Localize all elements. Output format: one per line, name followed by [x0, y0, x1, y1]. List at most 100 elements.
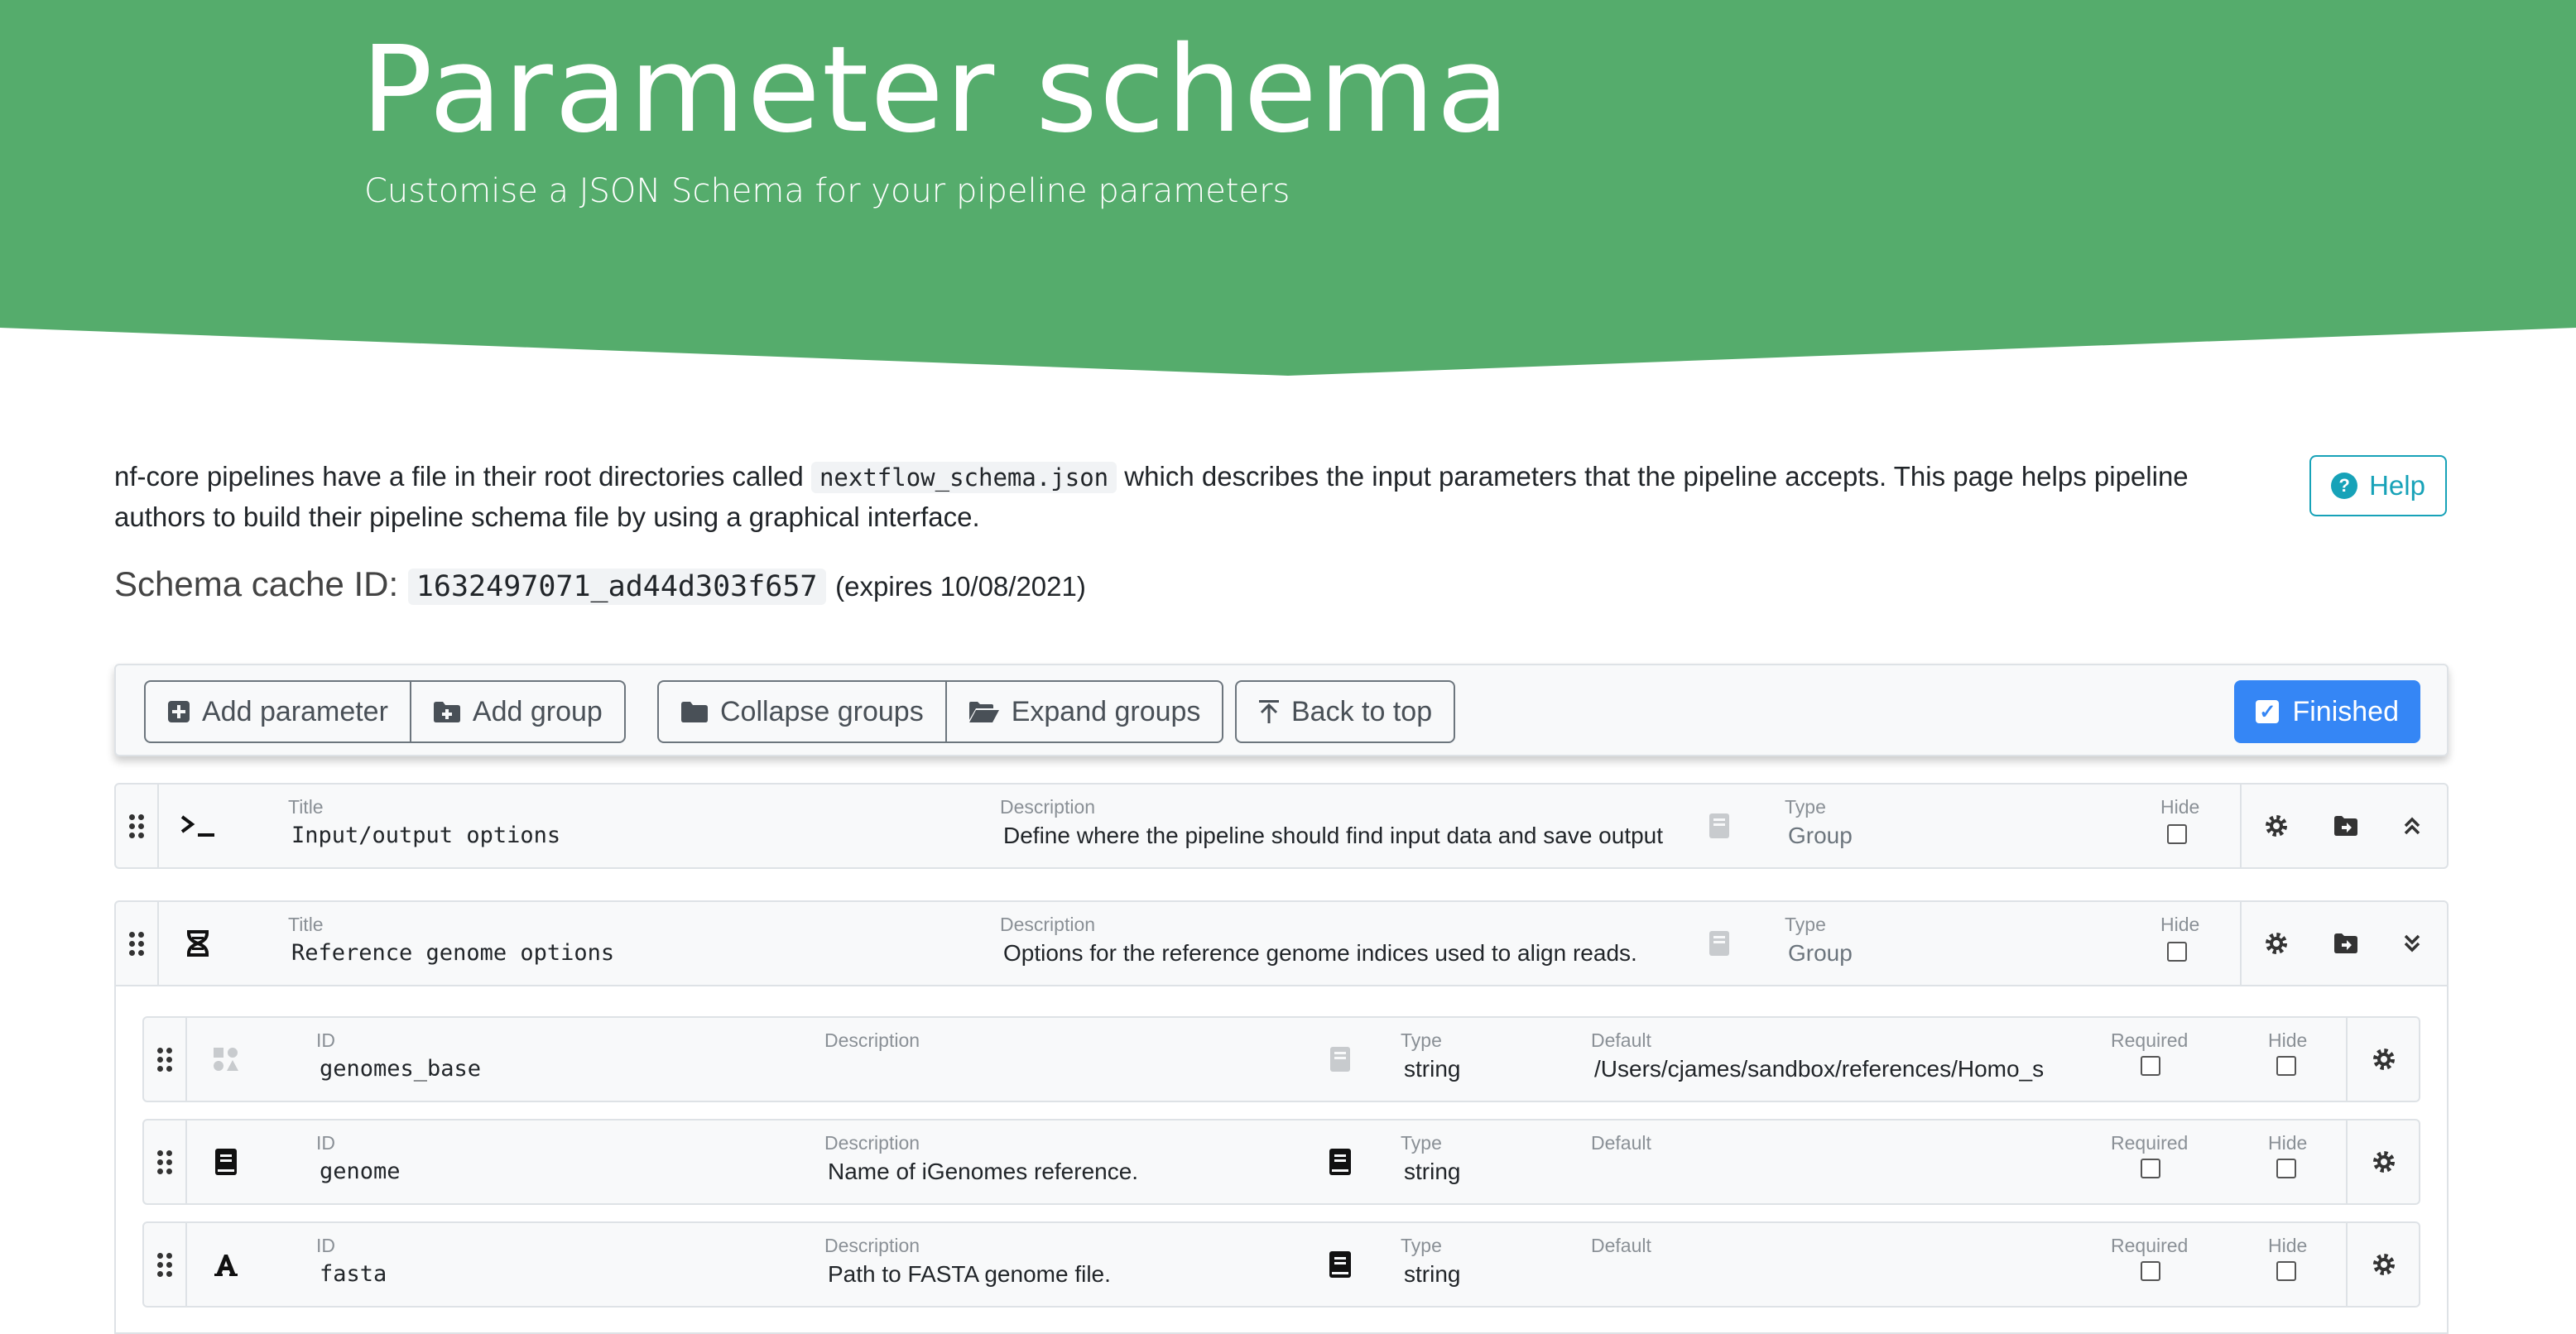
hero-banner: Parameter schema Customise a JSON Schema…	[0, 0, 2576, 381]
param-default-field[interactable]: /Users/cjames/sandbox/references/Homo_sa…	[1594, 1056, 2045, 1082]
add-group-button[interactable]: Add group	[409, 682, 624, 741]
description-label: Description	[1000, 914, 1096, 935]
move-to-group-icon[interactable]	[2329, 902, 2362, 985]
hide-checkbox[interactable]	[2167, 824, 2187, 844]
gear-icon[interactable]	[2367, 1223, 2401, 1306]
folder-plus-icon	[433, 702, 460, 722]
book-icon[interactable]	[1319, 1120, 1361, 1203]
param-id-field[interactable]: genomes_base	[320, 1056, 783, 1082]
type-label: Type	[1401, 1029, 1442, 1051]
param-row: ID genome Description Name of iGenomes r…	[142, 1119, 2420, 1205]
group-title-field[interactable]: Input/output options	[291, 823, 937, 848]
id-label: ID	[316, 1029, 335, 1051]
help-button[interactable]: ? Help	[2309, 455, 2447, 516]
required-checkbox[interactable]	[2141, 1159, 2160, 1178]
required-checkbox[interactable]	[2141, 1261, 2160, 1281]
terminal-icon[interactable]	[171, 785, 225, 867]
id-label: ID	[316, 1132, 335, 1154]
drag-handle-icon[interactable]	[144, 1223, 187, 1306]
group-row: Title Input/output options Description D…	[114, 783, 2449, 869]
title-label: Title	[288, 796, 324, 818]
param-actions	[2346, 1018, 2424, 1101]
param-description-field[interactable]: Name of iGenomes reference.	[828, 1159, 1291, 1185]
intro-text-before: nf-core pipelines have a file in their r…	[114, 461, 811, 492]
gear-icon[interactable]	[2367, 1120, 2401, 1203]
hide-label: Hide	[2268, 1132, 2308, 1154]
collapse-groups-button[interactable]: Collapse groups	[659, 682, 945, 741]
group-description-field[interactable]: Options for the reference genome indices…	[1003, 940, 1665, 967]
back-to-top-button[interactable]: Back to top	[1237, 682, 1454, 741]
required-checkbox[interactable]	[2141, 1056, 2160, 1076]
help-button-label: Help	[2369, 470, 2425, 501]
param-actions	[2346, 1120, 2424, 1203]
param-type-field[interactable]: string	[1404, 1159, 1553, 1185]
move-to-group-icon[interactable]	[2329, 785, 2362, 867]
check-square-icon: ✓	[2256, 700, 2280, 723]
folder-open-icon	[968, 702, 999, 722]
folder-icon	[681, 702, 708, 722]
required-label: Required	[2111, 1132, 2189, 1154]
collapse-button-group: Collapse groups Expand groups	[657, 680, 1224, 743]
add-parameter-button[interactable]: Add parameter	[146, 682, 410, 741]
hide-checkbox[interactable]	[2276, 1261, 2296, 1281]
required-label: Required	[2111, 1029, 2189, 1051]
book-icon[interactable]	[1319, 1018, 1361, 1101]
dna-icon[interactable]	[171, 902, 225, 985]
finished-label: Finished	[2292, 695, 2399, 727]
hide-label: Hide	[2160, 914, 2200, 935]
type-label: Type	[1785, 796, 1826, 818]
hide-checkbox[interactable]	[2276, 1159, 2296, 1178]
param-id-field[interactable]: genome	[320, 1159, 783, 1184]
schema-toolbar: Add parameter Add group Collapse groups …	[114, 664, 2449, 756]
hide-label: Hide	[2268, 1029, 2308, 1051]
cache-id: 1632497071_ad44d303f657	[407, 569, 826, 605]
schema-cache-info: Schema cache ID: 1632497071_ad44d303f657…	[114, 564, 1086, 605]
default-label: Default	[1591, 1132, 1651, 1154]
group-title-field[interactable]: Reference genome options	[291, 940, 937, 966]
book-icon[interactable]	[1699, 902, 1740, 985]
expand-group-icon[interactable]	[2396, 902, 2429, 985]
description-label: Description	[824, 1029, 920, 1051]
gear-icon[interactable]	[2260, 902, 2293, 985]
param-description-field[interactable]: Path to FASTA genome file.	[828, 1261, 1291, 1288]
description-label: Description	[824, 1132, 920, 1154]
hide-checkbox[interactable]	[2167, 942, 2187, 962]
group-description-field[interactable]: Define where the pipeline should find in…	[1003, 823, 1665, 849]
font-icon[interactable]	[199, 1223, 253, 1306]
intro-text: nf-core pipelines have a file in their r…	[114, 457, 2233, 537]
group-row: Title Reference genome options Descripti…	[114, 900, 2449, 986]
default-label: Default	[1591, 1235, 1651, 1256]
param-id-field[interactable]: fasta	[320, 1261, 783, 1287]
finished-button[interactable]: ✓ Finished	[2234, 680, 2420, 743]
description-label: Description	[1000, 796, 1096, 818]
hide-label: Hide	[2268, 1235, 2308, 1256]
add-button-group: Add parameter Add group	[144, 680, 626, 743]
add-parameter-label: Add parameter	[202, 695, 388, 727]
expand-groups-button[interactable]: Expand groups	[944, 682, 1223, 741]
book-icon[interactable]	[1319, 1223, 1361, 1306]
back-to-top-label: Back to top	[1291, 695, 1433, 727]
drag-handle-icon[interactable]	[116, 902, 159, 985]
description-label: Description	[824, 1235, 920, 1256]
shapes-icon[interactable]	[199, 1018, 253, 1101]
hide-checkbox[interactable]	[2276, 1056, 2296, 1076]
hide-label: Hide	[2160, 796, 2200, 818]
param-type-field[interactable]: string	[1404, 1261, 1553, 1288]
title-label: Title	[288, 914, 324, 935]
param-row: ID genomes_base Description Type string …	[142, 1016, 2420, 1102]
add-group-label: Add group	[472, 695, 603, 727]
cache-label: Schema cache ID:	[114, 564, 399, 603]
type-label: Type	[1785, 914, 1826, 935]
book-icon[interactable]	[1699, 785, 1740, 867]
param-type-field[interactable]: string	[1404, 1056, 1553, 1082]
drag-handle-icon[interactable]	[144, 1120, 187, 1203]
param-actions	[2346, 1223, 2424, 1306]
drag-handle-icon[interactable]	[116, 785, 159, 867]
collapse-group-icon[interactable]	[2396, 785, 2429, 867]
book-icon[interactable]	[199, 1120, 253, 1203]
expand-groups-label: Expand groups	[1011, 695, 1201, 727]
gear-icon[interactable]	[2260, 785, 2293, 867]
drag-handle-icon[interactable]	[144, 1018, 187, 1101]
group-type-field: Group	[1788, 940, 1853, 966]
gear-icon[interactable]	[2367, 1018, 2401, 1101]
